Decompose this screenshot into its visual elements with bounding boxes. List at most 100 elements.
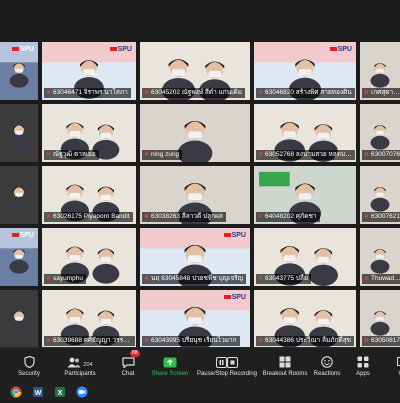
participant-name-label: ✖63043995 ปรียนุช เรียนไวมาก [142,336,240,346]
meeting-toolbar: Security204Participants 88 Chat Share Scree… [0,347,400,383]
participant-name-label: ✖ณัฐวุฒิ ตาลเยอ [44,150,99,160]
svg-text:W: W [35,390,42,397]
participant-tile[interactable]: ✖Thuwadee [360,228,400,286]
participant-tile[interactable]: ✖63043775 ปลื้ม [254,228,356,286]
participant-name: Thuwadee [371,275,400,282]
participant-name-label: ✖63026175 Piyaporn Bandit [44,212,133,222]
mic-muted-icon: ✖ [258,152,263,158]
participant-name: 63052768 ลงนามสวย หลุดบอส [265,151,353,158]
participant-name: นฤ 63045848 ปวยชพีช บุญเจริญ [151,275,243,282]
video-feed [0,166,38,224]
participant-name: ning zung [151,151,179,158]
word-icon[interactable]: W [32,385,44,397]
participant-name-label: ✖63045202 ณัฐพงษ์ สีดำ แก่นเดิม [142,88,245,98]
participant-name-label: ✖ning zung [142,150,182,160]
whiteboard-label: Wh [388,371,400,377]
participant-name: 63043775 ปลื้ม [265,275,308,282]
mic-muted-icon: ✖ [364,214,369,220]
mic-muted-icon: ✖ [46,338,51,344]
participant-tile[interactable]: ✖เกศสุดา 6315 [360,42,400,100]
chrome-icon[interactable] [10,385,22,397]
reactions-button[interactable]: Reactions [310,348,344,383]
participant-name: 63046471 จิราพร นาโสภา [53,89,128,96]
participant-tile[interactable]: ✖63044386 ประวีณา ลิ้มภักดีสุข [254,290,356,348]
participant-name-label: ✖เกศสุดา 6315 [362,88,400,98]
apps-button[interactable]: Apps [348,348,378,383]
participant-tile[interactable]: SPU [0,42,38,100]
participant-name-label: ✖63046820 สร้างพิศ สายทองดิน [256,88,355,98]
participant-tile[interactable]: SPU ✖63046820 สร้างพิศ สายทองดิน [254,42,356,100]
participant-name-label: ✖63007621 [362,212,400,222]
spu-logo: SPU [224,294,246,301]
participant-name-label: ✖63044386 ประวีณา ลิ้มภักดีสุข [256,336,354,346]
participant-tile[interactable] [0,166,38,224]
participant-name-label: ✖63050817 [362,336,400,346]
participant-tile[interactable]: ✖63039688 ศศิธัญญา วรรณศรีสว่าง [42,290,136,348]
shield-icon [8,348,50,368]
participant-name: 63050817 [371,337,400,344]
whiteboard-button[interactable]: Wh [388,348,400,383]
participant-tile[interactable]: ✖63050817 [360,290,400,348]
participant-name-label: ✖นฤ 63045848 ปวยชพีช บุญเจริญ [142,274,246,284]
breakout-rooms-icon [262,348,308,368]
participant-tile[interactable]: ✖sayumphu [42,228,136,286]
security-button[interactable]: Security [8,348,50,383]
mic-muted-icon: ✖ [258,90,263,96]
mic-muted-icon: ✖ [258,276,263,282]
participant-name-label: ✖64048202 ศุภัคชา [256,212,320,222]
participant-name-label: ✖63007076 [362,150,400,160]
reactions-label: Reactions [310,371,344,377]
participant-tile[interactable]: ✖63045202 ณัฐพงษ์ สีดำ แก่นเดิม [140,42,250,100]
participant-tile[interactable]: ✖ning zung [140,104,250,162]
pause-stop-icon [196,348,258,368]
participant-name-label: ✖63046471 จิราพร นาโสภา [44,88,131,98]
mic-muted-icon: ✖ [144,276,149,282]
recording-label: Pause/Stop Recording [196,371,258,377]
chat-button[interactable]: 88 Chat [112,348,144,383]
mic-muted-icon: ✖ [46,276,51,282]
share-screen-icon [148,348,192,368]
participant-name: 63046820 สร้างพิศ สายทองดิน [265,89,352,96]
participant-tile[interactable]: SPU [0,228,38,286]
mic-muted-icon: ✖ [144,152,149,158]
participant-name: 63007076 [371,151,400,158]
participant-tile[interactable]: ✖64048202 ศุภัคชา [254,166,356,224]
participant-tile[interactable]: ✖63052768 ลงนามสวย หลุดบอส [254,104,356,162]
chat-label: Chat [112,371,144,377]
participant-tile[interactable]: SPU ✖นฤ 63045848 ปวยชพีช บุญเจริญ [140,228,250,286]
breakout-label: Breakout Rooms [262,371,308,377]
participant-tile[interactable]: ✖ณัฐวุฒิ ตาลเยอ [42,104,136,162]
participants-button[interactable]: 204Participants [56,348,104,383]
participant-tile[interactable]: ✖63007076 [360,104,400,162]
apps-icon [348,348,378,368]
mic-muted-icon: ✖ [144,214,149,220]
participant-tile[interactable]: SPU ✖63043995 ปรียนุช เรียนไวมาก [140,290,250,348]
share-button[interactable]: Share Screen [148,348,192,383]
participant-name-label: ✖63039688 ศศิธัญญา วรรณศรีสว่าง [44,336,135,346]
participant-tile[interactable] [0,290,38,348]
chat-unread-badge: 88 [130,350,140,357]
participant-tile[interactable]: ✖63007621 [360,166,400,224]
video-gallery: SPU SPU✖63046471 จิราพร นาโสภา ✖63045202… [0,42,400,347]
recording-button[interactable]: Pause/Stop Recording [196,348,258,383]
reactions-icon [310,348,344,368]
participant-tile[interactable] [0,104,38,162]
breakout-button[interactable]: Breakout Rooms [262,348,308,383]
video-feed [0,104,38,162]
spu-logo: SPU [224,232,246,239]
participant-count: 204 [83,362,92,368]
participant-name-label: ✖63043775 ปลื้ม [256,274,311,284]
excel-icon[interactable]: X [54,385,66,397]
participant-tile[interactable]: SPU✖63046471 จิราพร นาโสภา [42,42,136,100]
mic-muted-icon: ✖ [46,214,51,220]
participant-name: 63038263 ลีลาวดี ปลูกผล [151,213,223,220]
video-feed [0,290,38,348]
spu-logo: SPU [330,46,352,53]
participant-name: 63026175 Piyaporn Bandit [53,213,130,220]
participant-tile[interactable]: ✖63038263 ลีลาวดี ปลูกผล [140,166,250,224]
participant-tile[interactable]: ✖63026175 Piyaporn Bandit [42,166,136,224]
participant-name: เกศสุดา 6315 [371,89,400,96]
spu-logo: SPU [12,232,34,239]
mic-muted-icon: ✖ [364,276,369,282]
zoom-icon[interactable] [76,385,88,397]
